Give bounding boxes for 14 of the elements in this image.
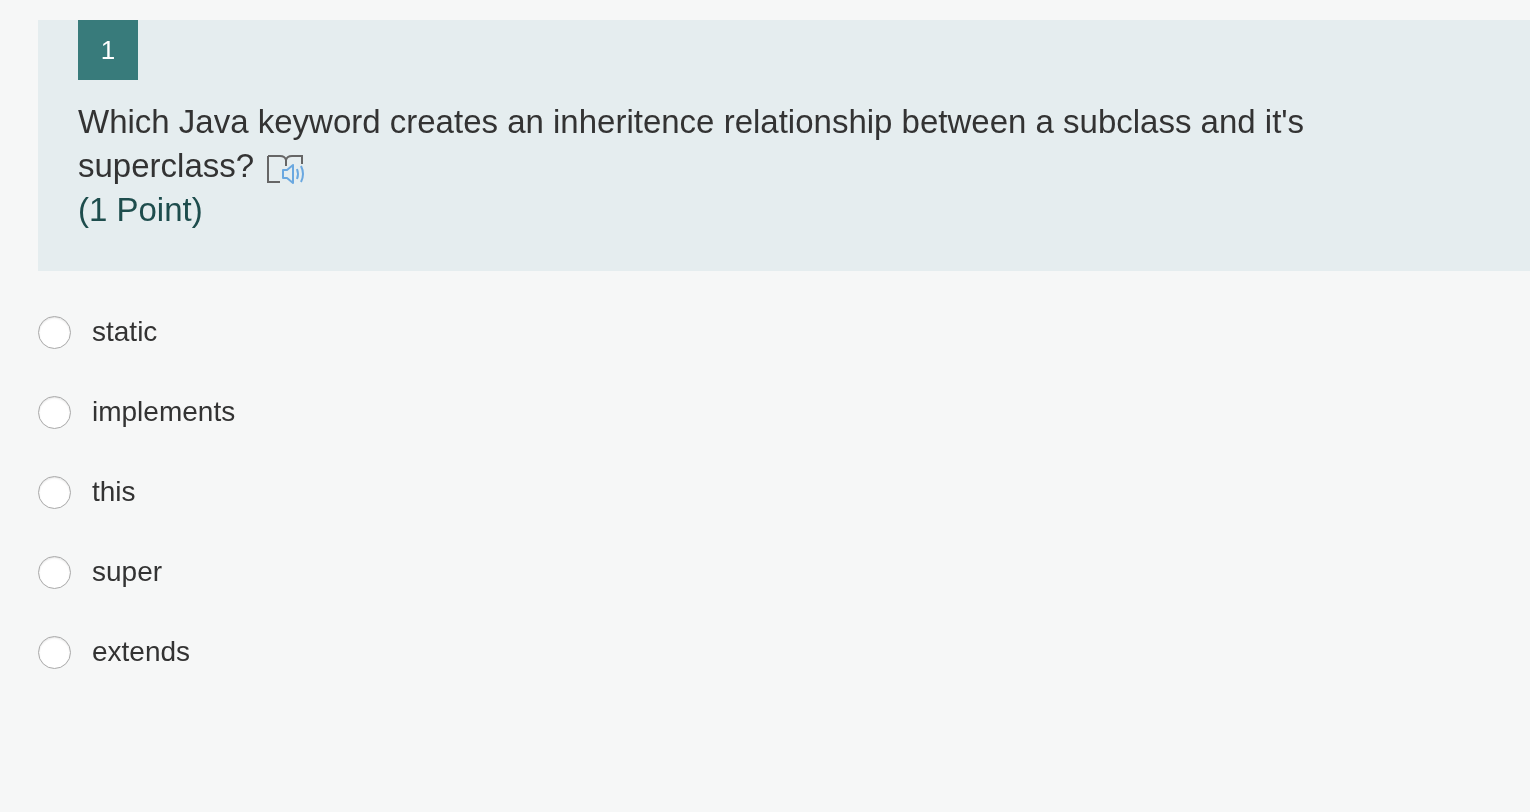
question-number: 1 xyxy=(78,20,138,80)
option-label: static xyxy=(92,315,158,349)
radio-button[interactable] xyxy=(38,475,71,509)
question-text: superclass? xyxy=(78,146,255,186)
option-label: implements xyxy=(92,395,236,429)
option-label: extends xyxy=(92,635,191,669)
radio-button[interactable] xyxy=(38,315,71,349)
radio-button[interactable] xyxy=(38,555,71,589)
radio-button[interactable] xyxy=(38,395,71,429)
option-label: this xyxy=(92,475,136,509)
question-text: Which Java keyword creates an inheritence relationship between a subclass and it's xyxy=(78,102,1305,142)
points-label: (1 Point) xyxy=(78,190,203,230)
radio-button[interactable] xyxy=(38,635,71,669)
option-label: super xyxy=(92,555,163,589)
